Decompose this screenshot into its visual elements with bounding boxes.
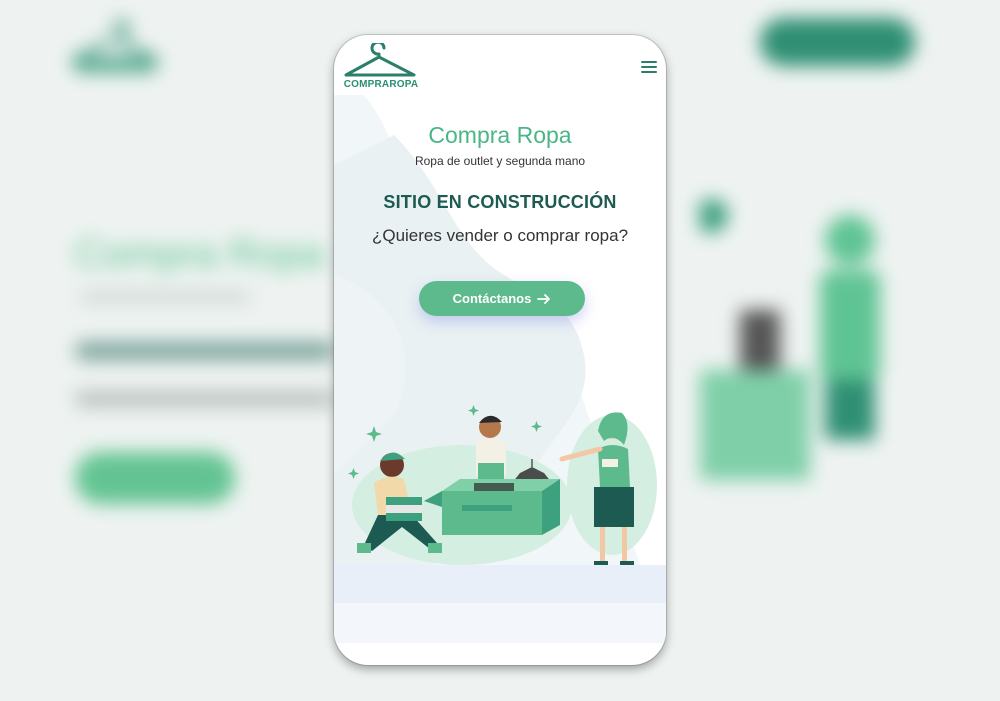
- page-title: Compra Ropa: [428, 122, 572, 148]
- bg-question-line: [75, 392, 335, 406]
- logo-text: COMPRAROPA: [343, 79, 419, 90]
- hanger-logo-icon: [344, 43, 416, 77]
- construction-heading: SITIO EN CONSTRUCCIÓN: [383, 192, 617, 212]
- mobile-phone-frame: COMPRAROPA Compra Ropa Ropa de outlet y …: [334, 35, 666, 665]
- page-subtitle: Ropa de outlet y segunda mano: [414, 154, 586, 168]
- hamburger-menu-icon[interactable]: [641, 61, 657, 75]
- footer-band: [334, 603, 666, 643]
- bg-illustration-icon: [700, 200, 880, 480]
- bg-heading-line: [75, 342, 335, 360]
- contact-button-label: Contáctanos: [452, 291, 532, 306]
- contact-button[interactable]: Contáctanos: [419, 281, 585, 316]
- site-header: COMPRAROPA: [334, 35, 666, 95]
- bg-cta-button: [75, 452, 235, 504]
- bg-title: Compra Ropa: [75, 232, 325, 276]
- people-sorting-clothes-illustration: [348, 405, 657, 565]
- bg-subtitle-line: [80, 292, 250, 302]
- site-logo[interactable]: COMPRAROPA: [342, 43, 420, 91]
- bg-hanger-logo-icon: [70, 20, 160, 72]
- question-text: ¿Quieres vender o comprar ropa?: [371, 226, 629, 245]
- bg-header-button: [760, 18, 915, 66]
- arrow-right-icon: [537, 293, 551, 304]
